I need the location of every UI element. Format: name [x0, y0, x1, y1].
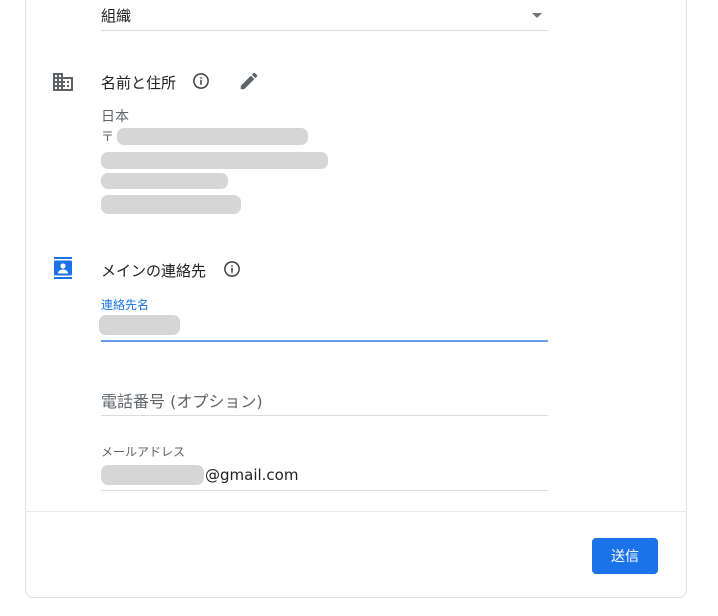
organization-select-value: 組織 [101, 7, 132, 25]
phone-input[interactable]: 電話番号 (オプション) [101, 388, 263, 412]
address-postal-prefix: 〒 [101, 130, 115, 145]
email-input[interactable] [101, 465, 204, 485]
phone-underline [101, 415, 548, 416]
footer-divider [25, 511, 687, 512]
redacted-address-line [101, 152, 328, 169]
contact-card-icon [54, 257, 72, 279]
info-icon[interactable] [192, 72, 210, 90]
redacted-postal-code [117, 128, 308, 145]
address-country: 日本 [101, 109, 129, 125]
email-label: メールアドレス [101, 445, 186, 459]
email-underline [101, 490, 548, 491]
name-address-title: 名前と住所 [101, 74, 177, 92]
organization-select[interactable]: 組織 [101, 0, 548, 31]
contact-name-label: 連絡先名 [101, 298, 150, 312]
submit-button[interactable]: 送信 [592, 538, 658, 574]
info-icon[interactable] [223, 260, 241, 278]
dropdown-caret-icon [532, 13, 542, 18]
contact-name-input[interactable] [99, 315, 180, 335]
main-contact-title: メインの連絡先 [101, 262, 207, 280]
redacted-address-line [101, 195, 241, 214]
email-domain-suffix: @gmail.com [205, 466, 299, 484]
edit-pencil-icon[interactable] [238, 70, 260, 92]
building-icon [53, 73, 73, 91]
contact-name-underline [101, 340, 548, 342]
redacted-address-line [101, 173, 228, 189]
